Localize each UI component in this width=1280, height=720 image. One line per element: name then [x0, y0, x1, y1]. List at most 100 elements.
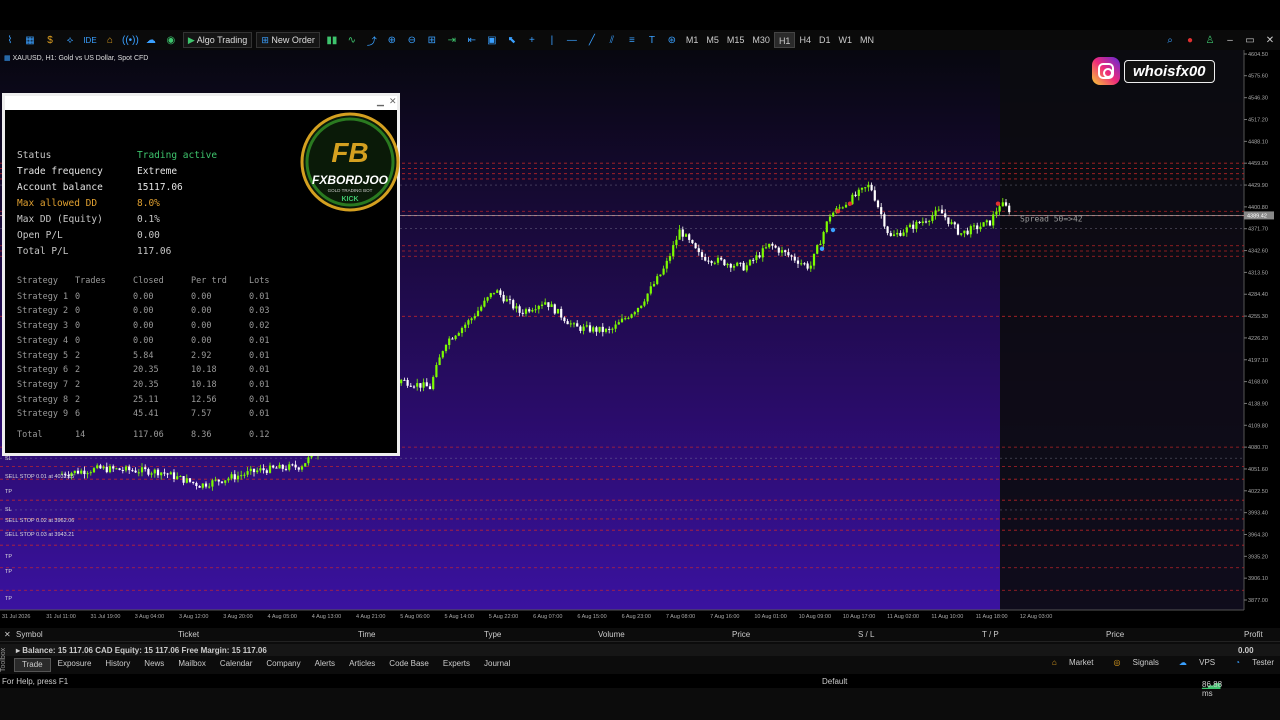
- tab-mailbox[interactable]: Mailbox: [171, 658, 213, 672]
- trade-marker[interactable]: [847, 201, 853, 206]
- candle-body: [636, 307, 640, 313]
- order-label[interactable]: SL: [5, 456, 12, 462]
- tab-exposure[interactable]: Exposure: [51, 658, 99, 672]
- vps-icon[interactable]: ◉: [163, 32, 179, 48]
- tf-m15[interactable]: M15: [723, 32, 749, 48]
- order-label[interactable]: SELL STOP 0.03 at 3943.21: [5, 532, 74, 538]
- tf-mn[interactable]: MN: [856, 32, 878, 48]
- time-tick-label: 11 Aug 10:00: [931, 614, 963, 620]
- tf-w1[interactable]: W1: [834, 32, 856, 48]
- tab-trade[interactable]: Trade: [14, 658, 51, 672]
- text-icon[interactable]: T: [644, 32, 660, 48]
- tab-alerts[interactable]: Alerts: [308, 658, 342, 672]
- candle-body: [1008, 205, 1011, 213]
- order-label[interactable]: TP: [5, 554, 12, 560]
- price-tick-label: 4197.10: [1248, 358, 1268, 364]
- wallet-icon[interactable]: $: [42, 32, 58, 48]
- market-icon[interactable]: ⌂: [102, 32, 118, 48]
- tab-calendar[interactable]: Calendar: [213, 658, 259, 672]
- tf-h4[interactable]: H4: [795, 32, 815, 48]
- tab-history[interactable]: History: [98, 658, 137, 672]
- terminal-close-icon[interactable]: ✕: [4, 630, 11, 639]
- tab-tester[interactable]: ◔ Tester: [1225, 658, 1274, 667]
- channel-icon[interactable]: ⫽: [604, 32, 620, 48]
- col-profit[interactable]: Profit: [1244, 630, 1263, 639]
- ea-info-panel[interactable]: ▁ ✕ Status Trading active Trade frequency E…: [2, 93, 400, 456]
- col-symbol[interactable]: Symbol: [16, 630, 43, 639]
- col-price-current[interactable]: Price: [1106, 630, 1124, 639]
- candles-icon[interactable]: ∿: [344, 32, 360, 48]
- zoom-in-icon[interactable]: ⊕: [384, 32, 400, 48]
- order-label[interactable]: SELL STOP 0.01 at 4032.15: [5, 474, 74, 480]
- tf-m30[interactable]: M30: [748, 32, 774, 48]
- navigator-icon[interactable]: ⟡: [62, 32, 78, 48]
- price-tick-label: 4255.30: [1248, 314, 1268, 320]
- account-icon[interactable]: ♙: [1202, 32, 1218, 48]
- ide-icon[interactable]: IDE: [82, 32, 98, 48]
- tf-h1[interactable]: H1: [773, 32, 796, 48]
- order-label[interactable]: TP: [5, 569, 12, 575]
- line-chart-icon[interactable]: ⤴: [364, 32, 380, 48]
- panel-close-icon[interactable]: ✕: [389, 96, 397, 107]
- tf-m5[interactable]: M5: [702, 32, 723, 48]
- minimize-icon[interactable]: –: [1222, 32, 1238, 48]
- screenshot-icon[interactable]: ▣: [484, 32, 500, 48]
- fibonacci-icon[interactable]: ≡: [624, 32, 640, 48]
- candle-body: [188, 478, 192, 482]
- maximize-icon[interactable]: ▭: [1242, 32, 1258, 48]
- col-tp[interactable]: T / P: [982, 630, 999, 639]
- close-icon[interactable]: ✕: [1262, 32, 1278, 48]
- crosshair-icon[interactable]: +: [524, 32, 540, 48]
- shapes-icon[interactable]: ⊛: [664, 32, 680, 48]
- search-icon[interactable]: ⌕: [1162, 32, 1178, 48]
- cloud-icon[interactable]: ☁: [143, 32, 159, 48]
- tf-d1[interactable]: D1: [815, 32, 835, 48]
- candle-body: [889, 233, 892, 236]
- chart-type-icon[interactable]: ⌇: [2, 32, 18, 48]
- algo-trading-button[interactable]: ▶ Algo Trading: [182, 32, 253, 48]
- order-label[interactable]: SELL STOP 0.02 at 3962.06: [5, 518, 74, 524]
- order-label[interactable]: SL: [5, 507, 12, 513]
- cursor-icon[interactable]: ⬉: [504, 32, 520, 48]
- col-type[interactable]: Type: [484, 630, 501, 639]
- col-ticket[interactable]: Ticket: [178, 630, 199, 639]
- tab-market[interactable]: ⌂ Market: [1042, 658, 1094, 667]
- trade-marker[interactable]: [819, 246, 825, 251]
- zoom-out-icon[interactable]: ⊖: [404, 32, 420, 48]
- tab-experts[interactable]: Experts: [436, 658, 477, 672]
- tab-journal[interactable]: Journal: [477, 658, 517, 672]
- grid-icon[interactable]: ⊞: [424, 32, 440, 48]
- chart-shift-icon[interactable]: ⇤: [464, 32, 480, 48]
- toolbox-label[interactable]: Toolbox: [0, 642, 10, 672]
- col-volume[interactable]: Volume: [598, 630, 625, 639]
- new-order-button[interactable]: ⊞ New Order: [256, 32, 320, 48]
- col-time[interactable]: Time: [358, 630, 375, 639]
- panel-titlebar[interactable]: [5, 96, 397, 110]
- trendline-icon[interactable]: ╱: [584, 32, 600, 48]
- col-sl[interactable]: S / L: [858, 630, 874, 639]
- price-tick-label: 3964.30: [1248, 532, 1268, 538]
- tab-articles[interactable]: Articles: [342, 658, 382, 672]
- tab-signals[interactable]: ◎ Signals: [1103, 658, 1158, 667]
- trade-marker[interactable]: [830, 227, 836, 233]
- new-chart-icon[interactable]: ▦: [22, 32, 38, 48]
- tf-m1[interactable]: M1: [682, 32, 703, 48]
- panel-minimize-icon[interactable]: ▁: [377, 96, 384, 107]
- order-label[interactable]: TP: [5, 489, 12, 495]
- signals-icon[interactable]: ((•)): [122, 32, 139, 48]
- trade-marker[interactable]: [995, 201, 1001, 206]
- status-profile[interactable]: Default: [822, 677, 847, 686]
- col-price[interactable]: Price: [732, 630, 750, 639]
- autoscroll-icon[interactable]: ⇥: [444, 32, 460, 48]
- vertical-line-icon[interactable]: |: [544, 32, 560, 48]
- order-label[interactable]: TP: [5, 596, 12, 602]
- notification-icon[interactable]: ●: [1182, 32, 1198, 48]
- tab-code-base[interactable]: Code Base: [382, 658, 436, 672]
- candle-body: [774, 245, 777, 248]
- bar-chart-icon[interactable]: ▮▮: [324, 32, 340, 48]
- horizontal-line-icon[interactable]: —: [564, 32, 580, 48]
- tab-vps[interactable]: ☁ VPS: [1169, 658, 1215, 667]
- trade-marker[interactable]: [835, 209, 841, 214]
- tab-news[interactable]: News: [137, 658, 171, 672]
- tab-company[interactable]: Company: [259, 658, 307, 672]
